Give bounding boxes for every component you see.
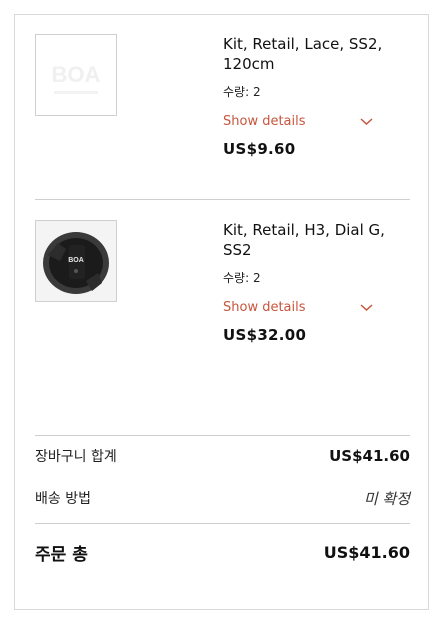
shipping-row: 배송 방법 미 확정 — [35, 487, 410, 509]
product-thumbnail[interactable]: BOA — [35, 34, 117, 116]
subtotal-label: 장바구니 합계 — [35, 449, 117, 465]
divider — [35, 435, 410, 436]
product-name[interactable]: Kit, Retail, H3, Dial G, SS2 — [223, 220, 413, 260]
cart-item-info: Kit, Retail, Lace, SS2, 120cm 수량: 2 Show… — [223, 34, 413, 158]
item-price: US$32.00 — [223, 326, 307, 344]
product-thumbnail[interactable]: BOA — [35, 220, 117, 302]
show-details-label: Show details — [223, 300, 306, 315]
subtotal-row: 장바구니 합계 US$41.60 — [35, 445, 410, 467]
order-total-row: 주문 총 US$41.60 — [35, 539, 410, 565]
quantity-label: 수량: 2 — [223, 85, 261, 99]
boa-dial-image: BOA — [36, 221, 116, 301]
order-summary-panel: BOA Kit, Retail, Lace, SS2, 120cm 수량: 2 … — [14, 14, 429, 610]
order-total-label: 주문 총 — [35, 544, 88, 565]
order-total-value: US$41.60 — [323, 542, 410, 562]
divider — [35, 199, 410, 200]
show-details-toggle[interactable]: Show details — [223, 300, 373, 315]
show-details-toggle[interactable]: Show details — [223, 114, 373, 129]
shipping-value: 미 확정 — [363, 489, 410, 508]
show-details-label: Show details — [223, 114, 306, 129]
quantity-label: 수량: 2 — [223, 271, 261, 285]
item-price: US$9.60 — [223, 140, 296, 158]
cart-item-info: Kit, Retail, H3, Dial G, SS2 수량: 2 Show … — [223, 220, 413, 344]
chevron-down-icon — [360, 118, 373, 126]
divider — [35, 523, 410, 524]
shipping-label: 배송 방법 — [35, 491, 91, 507]
dial-logo-text: BOA — [68, 257, 84, 264]
subtotal-value: US$41.60 — [329, 447, 410, 465]
chevron-down-icon — [360, 304, 373, 312]
thumbnail-logo-text: BOA — [52, 62, 101, 87]
product-name[interactable]: Kit, Retail, Lace, SS2, 120cm — [223, 34, 413, 74]
boa-logo-icon: BOA — [52, 62, 101, 94]
